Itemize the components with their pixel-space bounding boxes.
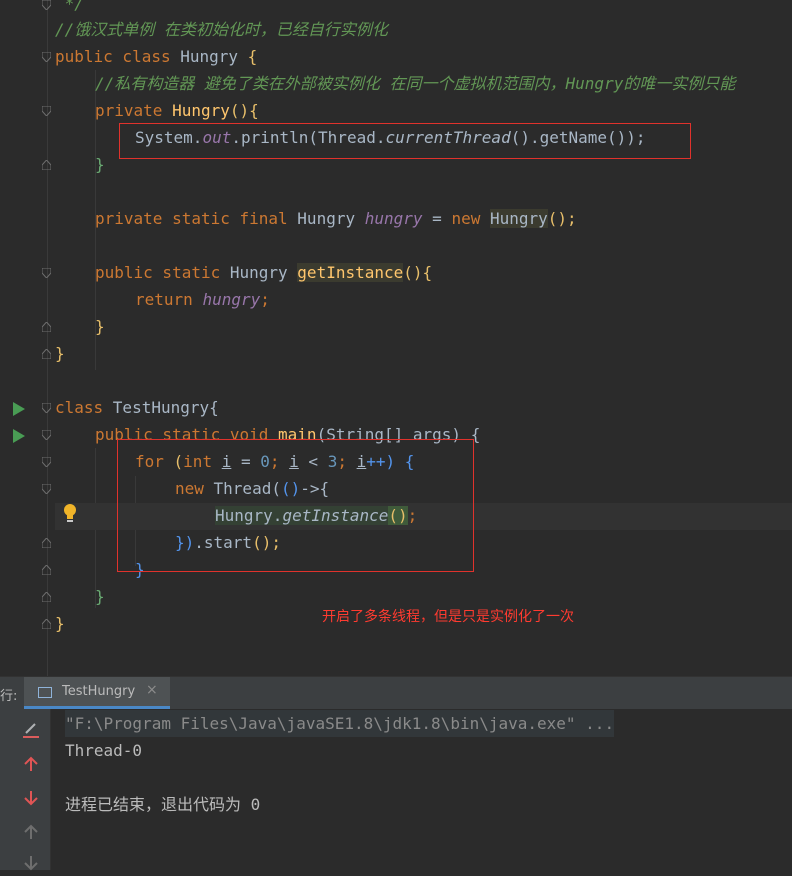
brace: (){ [229,101,259,120]
keyword: public class [55,47,181,66]
constructor-name: Hungry [489,209,548,228]
code-editor[interactable]: */ //饿汉式单例 在类初始化时，已经自行实例化 public class H… [0,0,792,676]
edit-config-icon[interactable] [22,721,40,739]
method-name: getInstance [297,263,404,282]
console-command-line: "F:\Program Files\Java\javaSE1.8\jdk1.8\… [65,710,615,737]
run-main-icon[interactable] [13,428,25,443]
annotation-box-loop [117,439,474,572]
side-strip [0,709,10,870]
fold-marker-icon[interactable] [42,592,51,602]
brace: { [247,47,258,66]
fold-marker-icon[interactable] [42,484,51,494]
lightbulb-icon[interactable] [62,503,78,523]
class-name: Hungry [180,47,248,66]
console-output-line: Thread-0 [65,741,143,760]
fold-marker-icon[interactable] [42,349,51,359]
fold-marker-icon[interactable] [42,538,51,548]
type-name: Hungry [297,209,365,228]
code-line: class TestHungry{ [55,394,219,421]
code-line: } [95,587,105,606]
keyword: class [55,398,113,417]
console-toolbar [10,709,51,872]
run-label: 行: [0,689,18,704]
code-text: = [422,209,452,228]
scroll-down-icon[interactable] [22,789,40,807]
run-console[interactable]: "F:\Program Files\Java\javaSE1.8\jdk1.8\… [0,709,792,872]
code-line: } [55,614,65,633]
code-line: } [95,155,105,174]
console-exit-line: 进程已结束，退出代码为 0 [65,795,261,814]
run-class-icon[interactable] [13,401,25,416]
code-line: } [55,344,65,363]
code-text: (); [547,209,577,228]
scroll-up-icon[interactable] [22,755,40,773]
class-name: TestHungry{ [112,398,219,417]
code-text: ; [260,290,270,309]
annotation-text: 开启了多条线程，但是只是实例化了一次 [322,609,574,625]
close-icon[interactable]: × [146,682,158,698]
fold-marker-icon[interactable] [42,0,51,10]
field-name: hungry [202,290,261,309]
arrow-down-icon[interactable] [22,854,40,872]
keyword: new [451,209,490,228]
constructor-name: Hungry [172,101,230,120]
comment-text: //私有构造器 避免了类在外部被实例化 在同一个虚拟机范围内，Hungry的唯一… [95,74,736,93]
fold-marker-icon[interactable] [42,160,51,170]
tab-title: TestHungry [62,684,136,699]
code-line: //私有构造器 避免了类在外部被实例化 在同一个虚拟机范围内，Hungry的唯一… [95,70,735,97]
annotation-box-constructor [119,123,691,159]
fold-marker-icon[interactable] [42,403,51,413]
code-line: return hungry; [135,286,270,313]
field-name: hungry [364,209,423,228]
fold-marker-icon[interactable] [42,106,51,116]
keyword: private static final [95,209,298,228]
comment-text: //饿汉式单例 在类初始化时，已经自行实例化 [55,20,388,39]
arrow-up-icon[interactable] [22,823,40,841]
code-line: private static final Hungry hungry = new… [95,205,577,232]
code-line: private Hungry(){ [95,97,259,124]
fold-marker-icon[interactable] [42,619,51,629]
comment-text: */ [55,0,84,13]
code-line: public class Hungry { [55,43,257,70]
code-line: //饿汉式单例 在类初始化时，已经自行实例化 [55,16,388,43]
tab-testhungry[interactable]: TestHungry × [24,677,170,709]
keyword: private [95,101,173,120]
console-icon [38,687,52,698]
fold-marker-icon[interactable] [42,52,51,62]
fold-marker-icon[interactable] [42,268,51,278]
fold-marker-icon[interactable] [42,565,51,575]
keyword: public static [95,263,230,282]
code-line: public static Hungry getInstance(){ [95,259,432,286]
fold-marker-icon[interactable] [42,430,51,440]
code-line: } [95,317,105,336]
fold-marker-icon[interactable] [42,322,51,332]
run-panel-header: 行: TestHungry × [0,676,792,709]
fold-marker-icon[interactable] [42,457,51,467]
brace: (){ [403,263,433,282]
keyword: return [135,290,203,309]
type-name: Hungry [229,263,298,282]
code-line: */ [55,0,84,17]
